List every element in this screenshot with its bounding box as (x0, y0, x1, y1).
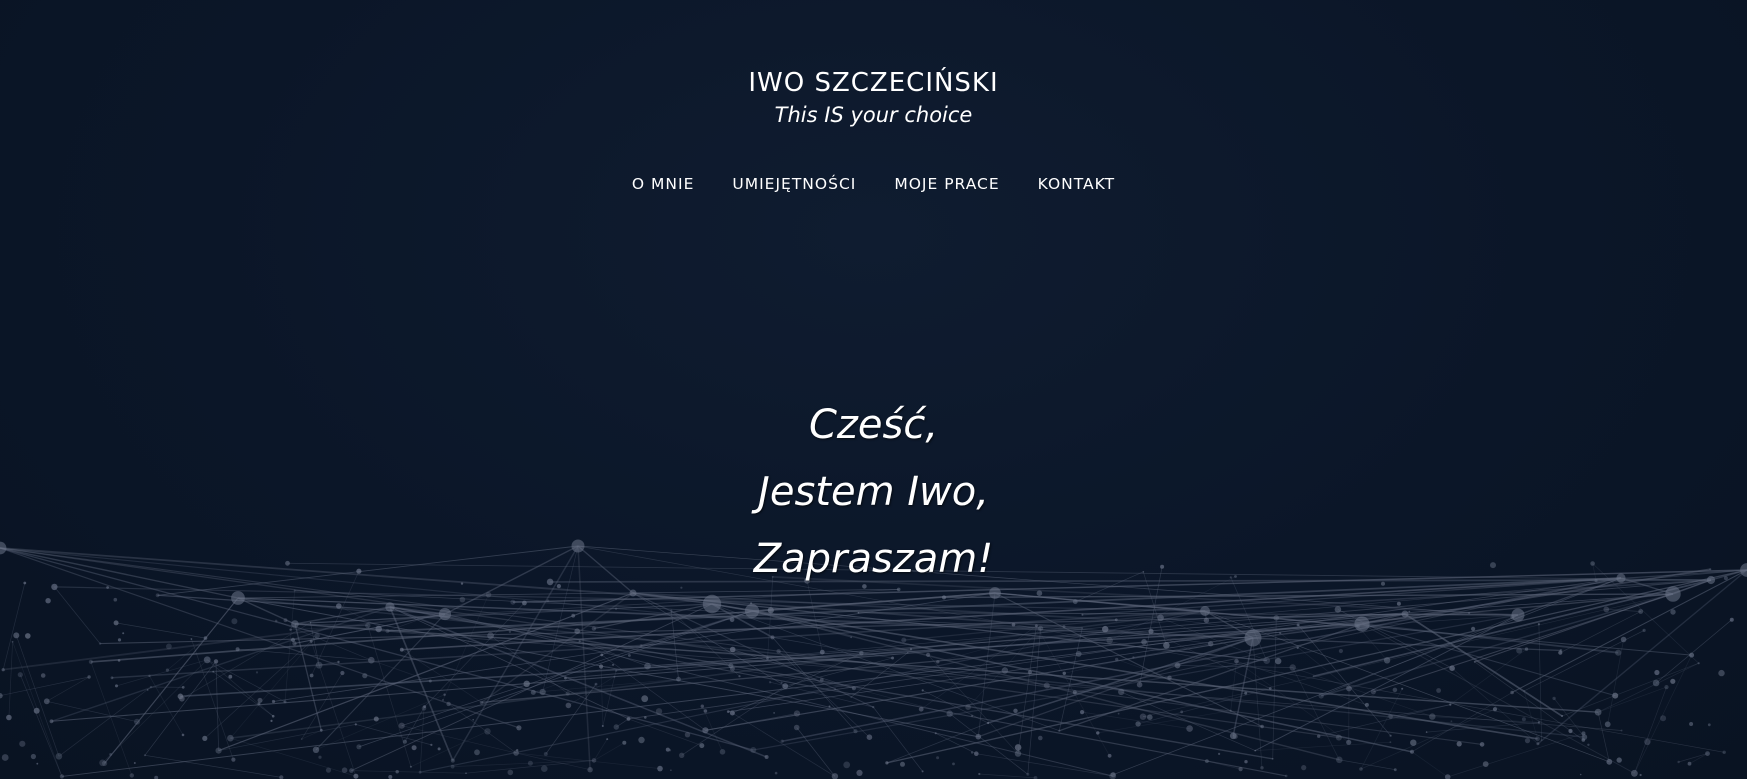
nav-item-kontakt[interactable]: KONTAKT (1038, 175, 1115, 193)
site-header: IWO SZCZECIŃSKI This IS your choice (0, 68, 1747, 128)
nav-item-umiejetnosci[interactable]: UMIEJĘTNOŚCI (732, 175, 856, 193)
nav-item-o-mnie[interactable]: O MNIE (632, 175, 694, 193)
page: IWO SZCZECIŃSKI This IS your choice O MN… (0, 0, 1747, 779)
hero-intro: Jestem Iwo, (758, 469, 989, 515)
site-tagline: This IS your choice (774, 103, 973, 128)
site-title[interactable]: IWO SZCZECIŃSKI (0, 68, 1747, 99)
hero-greeting: Cześć, (808, 402, 939, 448)
hero-section: Cześć, Jestem Iwo, Zapraszam! (0, 392, 1747, 593)
hero-invite: Zapraszam! (753, 536, 994, 582)
main-nav: O MNIE UMIEJĘTNOŚCI MOJE PRACE KONTAKT (0, 175, 1747, 193)
nav-item-moje-prace[interactable]: MOJE PRACE (894, 175, 999, 193)
